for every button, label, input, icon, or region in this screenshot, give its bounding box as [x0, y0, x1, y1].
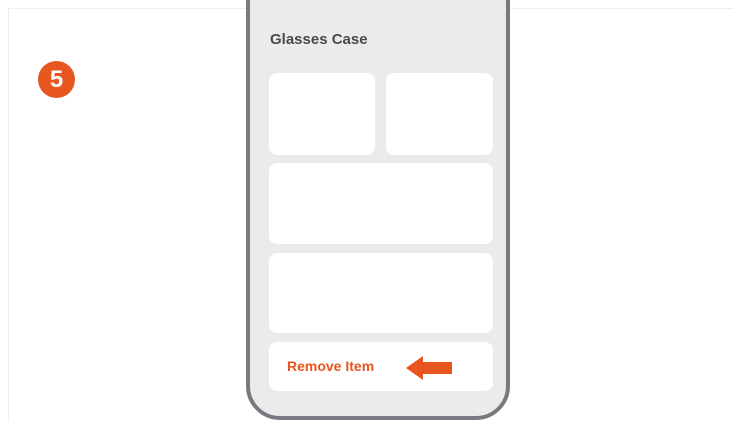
content-card-top-right[interactable]	[386, 73, 493, 155]
step-number-badge: 5	[38, 61, 75, 98]
page-title: Glasses Case	[270, 31, 368, 48]
left-arrow-icon	[406, 356, 452, 380]
remove-item-label: Remove Item	[287, 358, 375, 374]
content-card-bottom[interactable]	[269, 253, 493, 333]
remove-item-button[interactable]: Remove Item	[269, 342, 493, 391]
content-card-top-left[interactable]	[269, 73, 375, 155]
content-card-middle[interactable]	[269, 163, 493, 244]
